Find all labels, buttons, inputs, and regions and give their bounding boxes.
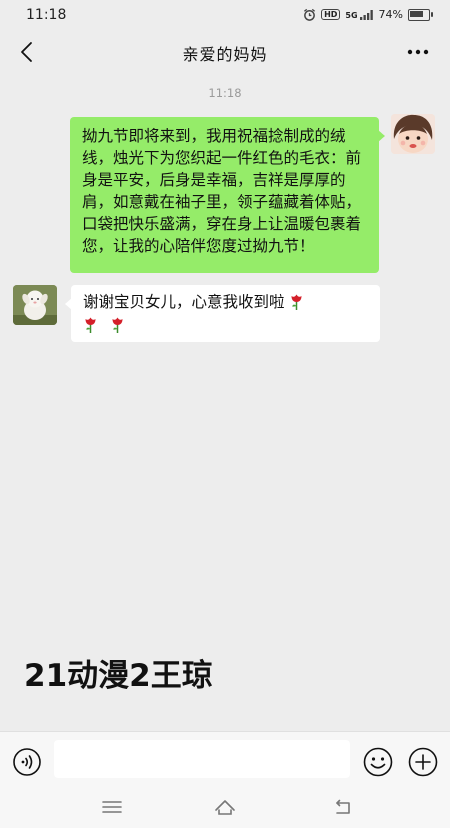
plus-icon[interactable]	[407, 746, 439, 778]
rose-emoji-icon	[112, 317, 123, 333]
chat-title[interactable]: 亲爱的妈妈	[0, 41, 450, 65]
avatar-me[interactable]	[391, 114, 435, 154]
message-bubble-received[interactable]: 谢谢宝贝女儿，心意我收到啦	[65, 285, 380, 342]
return-icon[interactable]	[332, 796, 354, 818]
home-icon[interactable]	[214, 796, 236, 818]
network-label: 5G	[345, 10, 358, 20]
avatar-mom[interactable]	[13, 285, 57, 325]
message-input[interactable]	[54, 740, 350, 778]
voice-icon[interactable]	[12, 747, 42, 777]
message-bubble-sent[interactable]: 拗九节即将来到，我用祝福捻制成的绒线，烛光下为您织起一件红色的毛衣：前身是平安，…	[70, 117, 385, 273]
rose-emoji-icon	[291, 294, 302, 310]
menu-icon[interactable]	[101, 796, 123, 818]
message-text: 拗九节即将来到，我用祝福捻制成的绒线，烛光下为您织起一件红色的毛衣：前身是平安，…	[82, 127, 362, 255]
battery-percent: 74%	[378, 8, 403, 21]
message-text: 谢谢宝贝女儿，心意我收到啦	[83, 293, 285, 311]
chat-header: 亲爱的妈妈	[0, 30, 450, 74]
sheep-avatar-icon	[13, 285, 57, 325]
watermark-text: 21动漫2王琼	[24, 658, 213, 694]
rose-emoji-icon	[85, 317, 96, 333]
chat-timestamp: 11:18	[208, 86, 242, 100]
battery-icon	[408, 8, 433, 21]
status-icons: HD 5G 74%	[303, 8, 433, 21]
hd-icon: HD	[321, 9, 341, 20]
status-bar: 11:18 HD 5G 74%	[0, 0, 450, 30]
status-time: 11:18	[26, 7, 67, 23]
input-bar	[0, 731, 450, 787]
signal-icon: 5G	[345, 9, 373, 20]
alarm-icon	[304, 8, 316, 21]
more-dots-icon[interactable]	[404, 38, 432, 66]
system-nav-bar	[0, 786, 450, 828]
emoji-icon[interactable]	[362, 746, 394, 778]
girl-avatar-icon	[391, 114, 435, 154]
